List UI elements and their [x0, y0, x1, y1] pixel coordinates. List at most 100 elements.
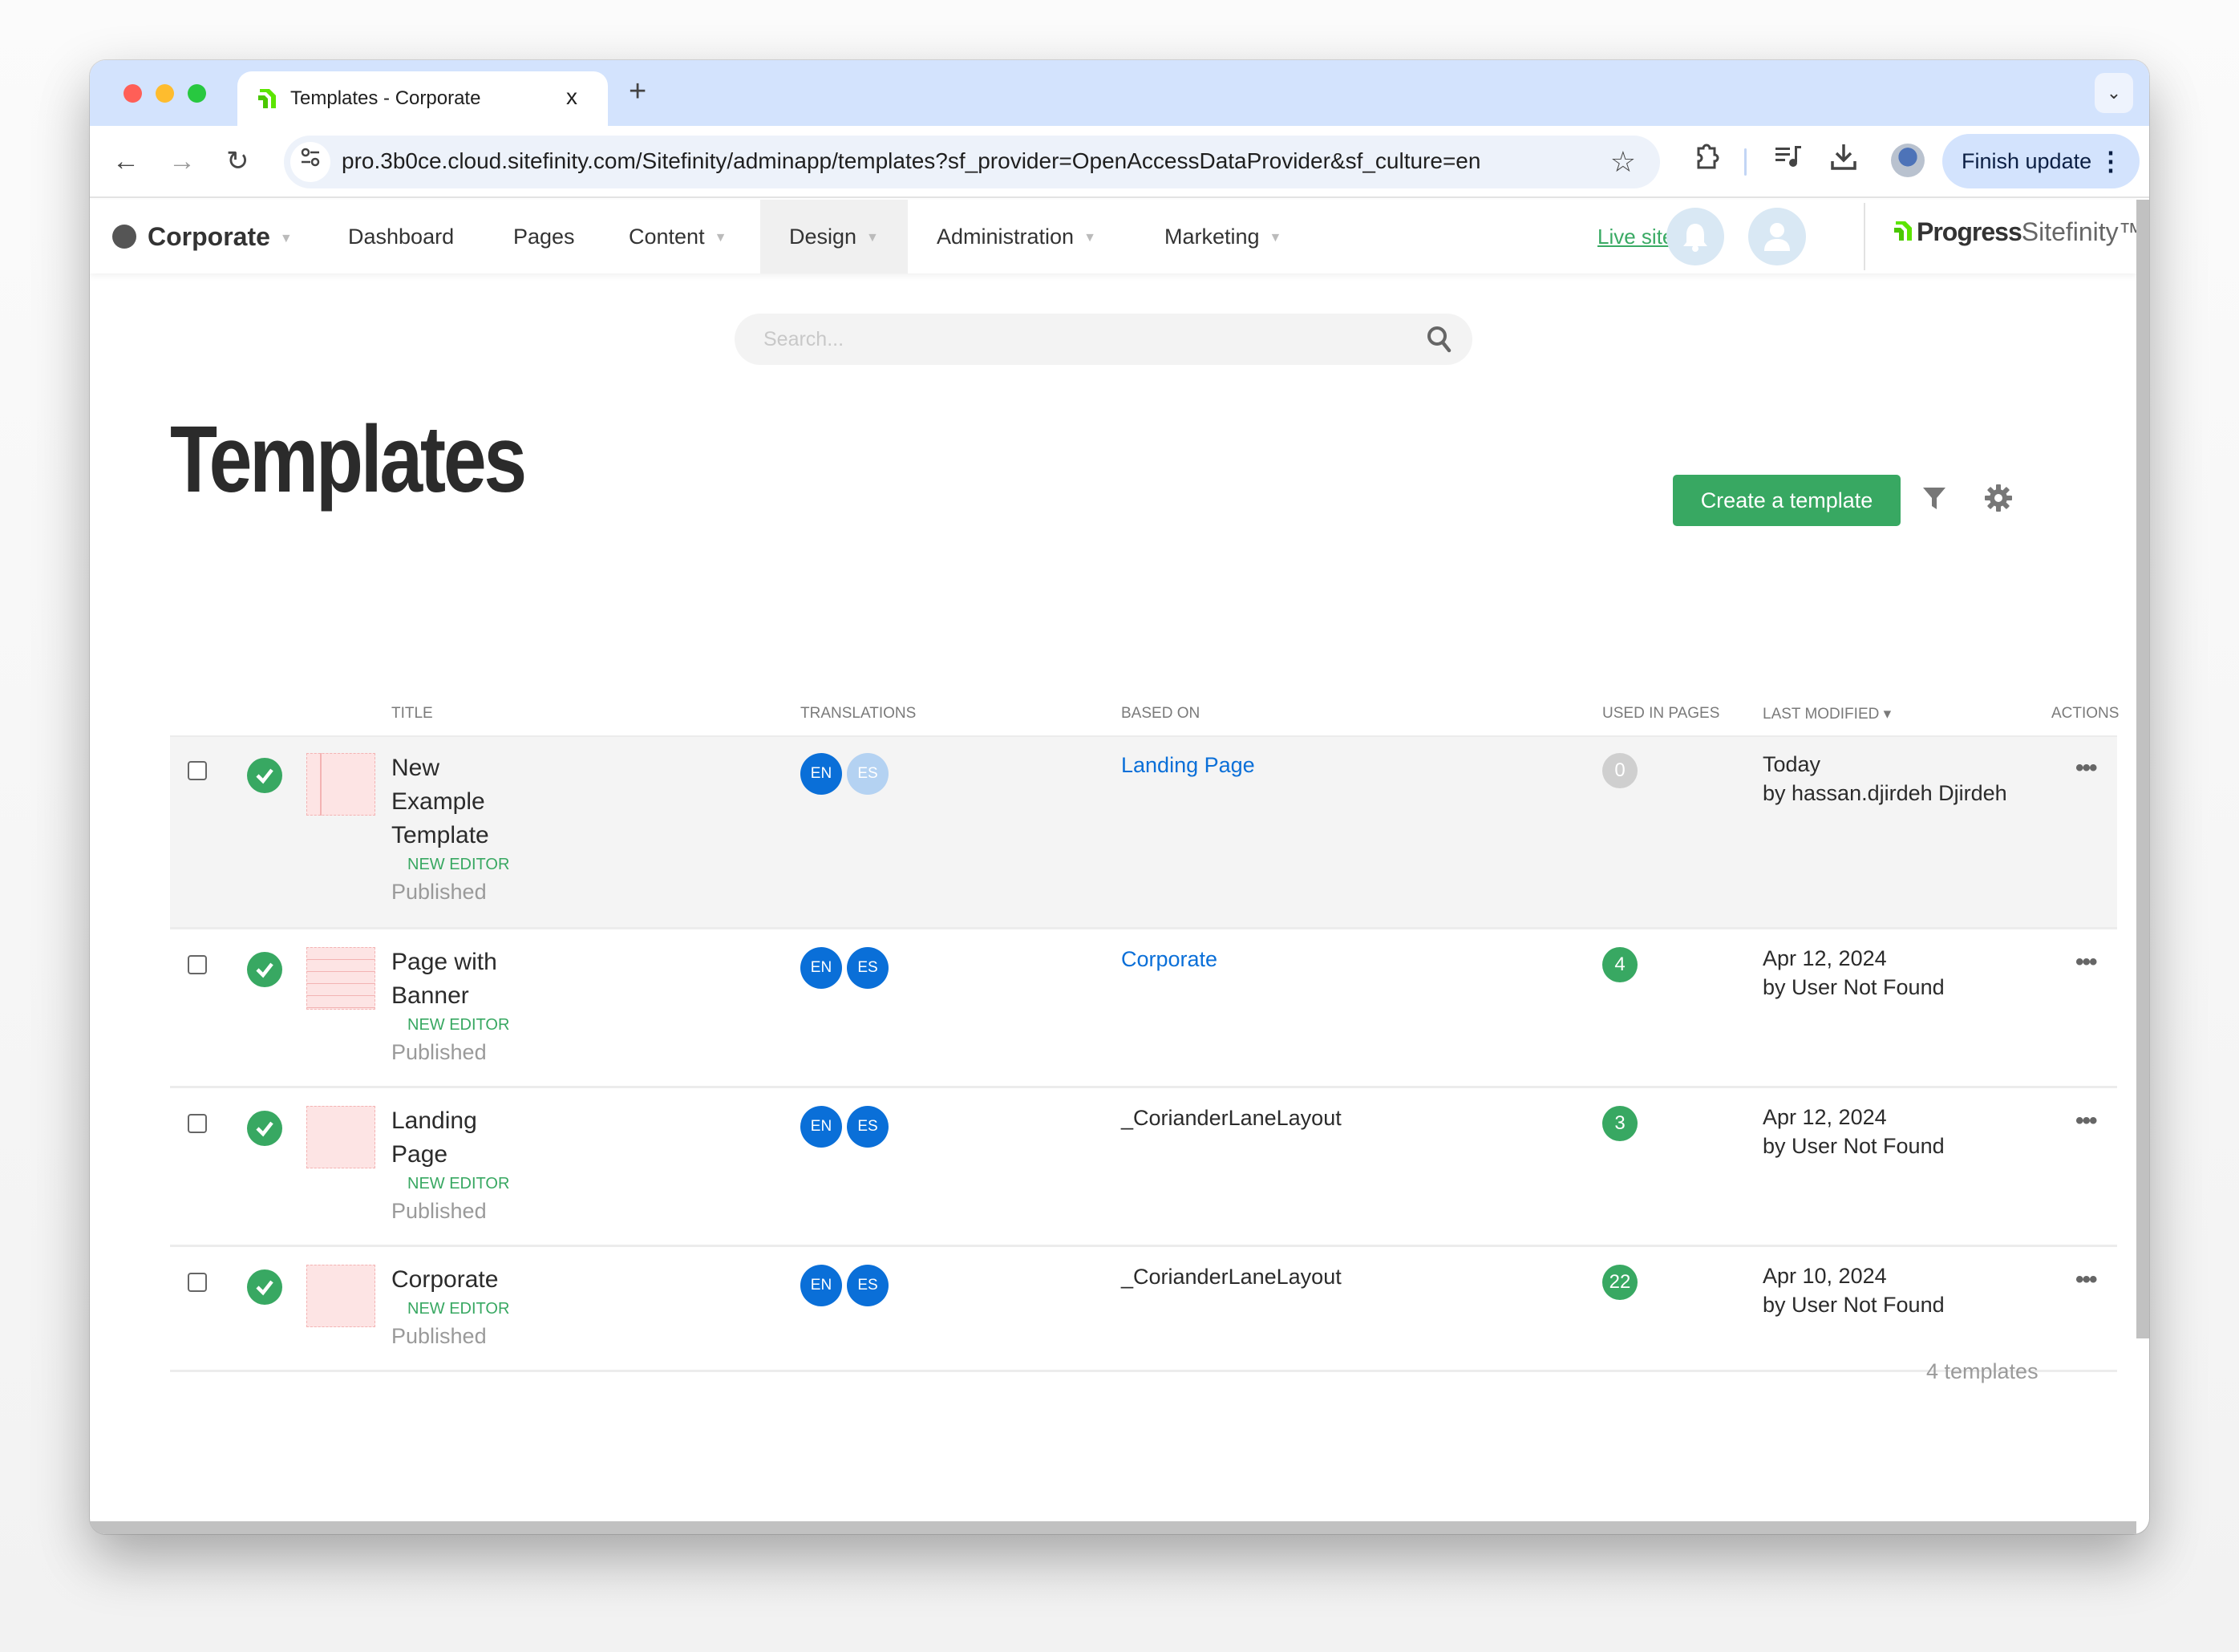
- search-input[interactable]: [763, 323, 1389, 355]
- user-icon: [1764, 223, 1790, 251]
- based-on-text: _CorianderLaneLayout: [1121, 1106, 1342, 1130]
- media-controls-icon[interactable]: [1774, 142, 1803, 180]
- template-title-link[interactable]: Corporate: [391, 1263, 536, 1297]
- modified-date: Today: [1763, 752, 1821, 776]
- site-info-icon[interactable]: [290, 142, 330, 182]
- table-row[interactable]: Page with Banner NEW EDITOR Published EN…: [170, 929, 2117, 1088]
- address-bar[interactable]: pro.3b0ce.cloud.sitefinity.com/Sitefinit…: [284, 136, 1660, 188]
- live-site-link[interactable]: Live site: [1597, 200, 1674, 273]
- minimize-window-button[interactable]: [156, 84, 174, 103]
- caret-down-icon: ▼: [866, 230, 879, 245]
- back-button[interactable]: ←: [112, 144, 140, 179]
- sitefinity-logo-icon: [1894, 221, 1912, 241]
- nav-administration[interactable]: Administration ▼: [937, 200, 1096, 273]
- translations: EN ES: [800, 1265, 893, 1306]
- maximize-window-button[interactable]: [188, 84, 206, 103]
- template-title-link[interactable]: New Example Template: [391, 751, 536, 852]
- row-actions-menu[interactable]: •••: [2075, 755, 2097, 782]
- column-translations: Translations: [800, 705, 917, 722]
- caret-down-icon: ▼: [279, 231, 293, 245]
- row-checkbox[interactable]: [188, 1114, 207, 1133]
- modified-by: by User Not Found: [1763, 1293, 1945, 1317]
- lang-es-badge[interactable]: ES: [847, 1265, 889, 1306]
- browser-window: Templates - Corporate x + ⌄ ← → ↻ pro.3b…: [90, 60, 2149, 1534]
- new-editor-badge: NEW EDITOR: [407, 1300, 510, 1318]
- row-actions-menu[interactable]: •••: [2075, 949, 2097, 976]
- horizontal-scrollbar[interactable]: [90, 1521, 2136, 1534]
- create-template-button[interactable]: Create a template: [1673, 475, 1901, 526]
- filter-icon[interactable]: [1921, 485, 1947, 511]
- user-menu-button[interactable]: [1748, 208, 1806, 265]
- search-icon[interactable]: [1426, 325, 1453, 354]
- translations: EN ES: [800, 753, 893, 795]
- based-on-link[interactable]: Landing Page: [1121, 753, 1255, 778]
- new-editor-badge: NEW EDITOR: [407, 1016, 510, 1034]
- column-used-in-pages[interactable]: Used in pages: [1602, 705, 1719, 723]
- tab-close-icon[interactable]: x: [566, 84, 577, 110]
- title-block: Page with Banner NEW EDITOR Published: [391, 945, 536, 1067]
- url-text[interactable]: pro.3b0ce.cloud.sitefinity.com/Sitefinit…: [342, 148, 1480, 174]
- finish-update-button[interactable]: Finish update ⋮: [1942, 134, 2140, 188]
- nav-dashboard[interactable]: Dashboard: [348, 200, 454, 273]
- row-actions-menu[interactable]: •••: [2075, 1266, 2097, 1294]
- nav-pages[interactable]: Pages: [513, 200, 575, 273]
- last-modified: Today by hassan.djirdeh Djirdeh: [1763, 750, 2007, 808]
- table-header: Title Translations Based on Used in page…: [170, 694, 2119, 737]
- based-on-text: _CorianderLaneLayout: [1121, 1265, 1342, 1289]
- translations: EN ES: [800, 947, 893, 989]
- table-row[interactable]: Corporate NEW EDITOR Published EN ES _Cor…: [170, 1247, 2117, 1372]
- template-title-link[interactable]: Page with Banner: [391, 945, 536, 1013]
- nav-design[interactable]: Design ▼: [760, 200, 908, 273]
- close-window-button[interactable]: [123, 84, 142, 103]
- bookmark-star-icon[interactable]: ☆: [1610, 145, 1636, 179]
- row-checkbox[interactable]: [188, 955, 207, 974]
- caret-down-icon: ▼: [1083, 230, 1096, 245]
- new-tab-button[interactable]: +: [629, 76, 646, 107]
- browser-menu-icon[interactable]: ⋮: [2098, 134, 2124, 188]
- status-text: Published: [391, 1199, 487, 1223]
- lang-es-badge[interactable]: ES: [847, 1106, 889, 1148]
- extensions-puzzle-icon[interactable]: [1694, 142, 1721, 181]
- profile-avatar[interactable]: [1891, 144, 1925, 177]
- template-title-link[interactable]: Landing Page: [391, 1104, 536, 1172]
- lang-es-badge[interactable]: ES: [847, 947, 889, 989]
- status-text: Published: [391, 1324, 487, 1348]
- tab-search-button[interactable]: ⌄: [2095, 73, 2133, 113]
- reload-button[interactable]: ↻: [226, 144, 249, 179]
- status-published-icon: [247, 1111, 282, 1146]
- based-on-link[interactable]: Corporate: [1121, 947, 1217, 972]
- row-checkbox[interactable]: [188, 761, 207, 780]
- site-selector[interactable]: Corporate ▼: [112, 200, 293, 273]
- lang-es-badge[interactable]: ES: [847, 753, 889, 795]
- browser-tab-active[interactable]: Templates - Corporate x: [237, 71, 608, 128]
- used-count-badge: 4: [1602, 947, 1638, 982]
- column-title[interactable]: Title: [391, 705, 433, 723]
- nav-content[interactable]: Content ▼: [629, 200, 727, 273]
- column-based-on[interactable]: Based on: [1121, 705, 1200, 723]
- table-row[interactable]: Landing Page NEW EDITOR Published EN ES _…: [170, 1088, 2117, 1247]
- row-checkbox[interactable]: [188, 1273, 207, 1292]
- template-thumbnail: [306, 1265, 375, 1327]
- column-last-modified[interactable]: Last modified ▾: [1763, 705, 1891, 723]
- nav-marketing[interactable]: Marketing ▼: [1164, 200, 1281, 273]
- nav-content-label: Content: [629, 225, 705, 249]
- lang-en-badge[interactable]: EN: [800, 1265, 842, 1306]
- lang-en-badge[interactable]: EN: [800, 753, 842, 795]
- download-icon[interactable]: [1830, 142, 1857, 181]
- nav-design-label: Design: [789, 225, 857, 249]
- row-actions-menu[interactable]: •••: [2075, 1107, 2097, 1135]
- tab-strip: Templates - Corporate x + ⌄: [90, 60, 2149, 128]
- template-thumbnail: [306, 753, 375, 816]
- forward-button[interactable]: →: [168, 144, 196, 179]
- lang-en-badge[interactable]: EN: [800, 1106, 842, 1148]
- title-block: New Example Template NEW EDITOR Publishe…: [391, 751, 536, 907]
- nav-pages-label: Pages: [513, 225, 575, 249]
- new-editor-badge: NEW EDITOR: [407, 856, 510, 873]
- lang-en-badge[interactable]: EN: [800, 947, 842, 989]
- gear-icon[interactable]: [1984, 484, 2013, 512]
- vertical-scrollbar[interactable]: [2136, 200, 2149, 1338]
- notifications-button[interactable]: [1666, 208, 1724, 265]
- status-text: Published: [391, 1040, 487, 1064]
- table-row[interactable]: New Example Template NEW EDITOR Publishe…: [170, 737, 2117, 929]
- app-navigation: Corporate ▼ Dashboard Pages Content ▼ Desi…: [90, 200, 2144, 273]
